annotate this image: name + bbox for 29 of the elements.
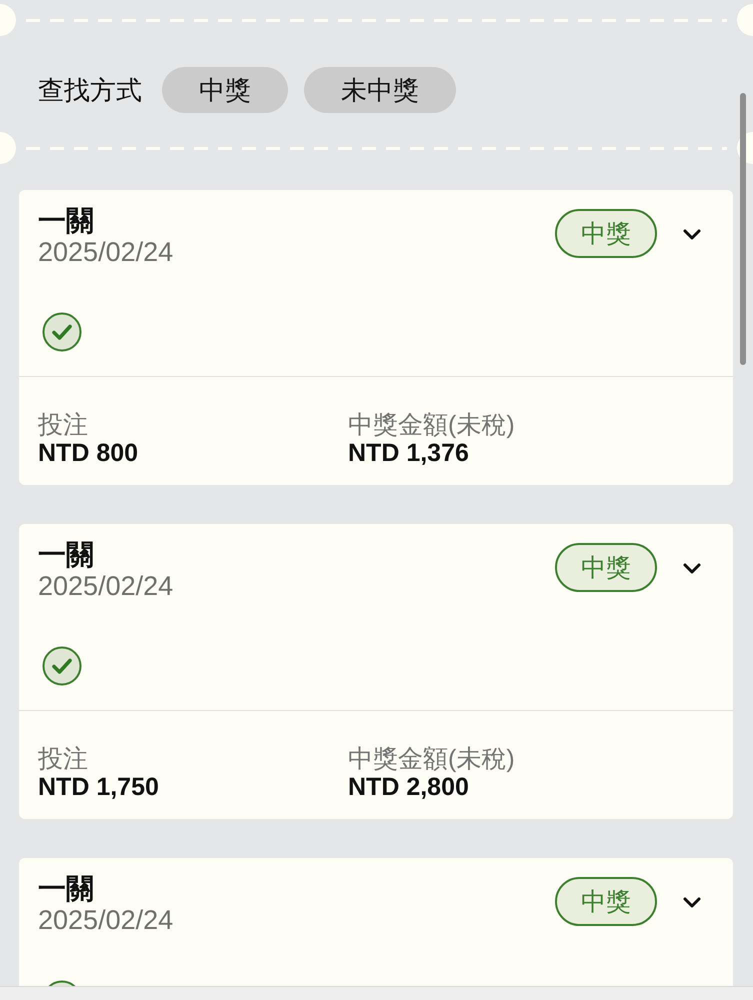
record-date: 2025/02/24 [38,237,174,267]
status-badge: 中獎 [555,543,657,592]
ticket-notch [737,4,753,36]
check-circle-icon [42,312,82,352]
check-circle-icon [42,646,82,686]
stake-amount: NTD 800 [38,439,138,467]
stake-label: 投注 [38,411,88,439]
stake-amount: NTD 1,750 [38,773,159,801]
ticket-notch [0,132,16,164]
filter-label: 查找方式 [38,74,142,106]
ticket-notch [0,4,16,36]
stake-label: 投注 [38,745,88,773]
status-badge: 中獎 [555,877,657,926]
payout-amount: NTD 1,376 [348,439,469,467]
payout-label: 中獎金額(未稅) [348,411,515,439]
payout-label: 中獎金額(未稅) [348,745,515,773]
filter-chip[interactable]: 中獎 [162,67,288,113]
record-date: 2025/02/24 [38,905,174,935]
record-date: 2025/02/24 [38,571,174,601]
chevron-icon[interactable] [683,229,701,240]
payout-amount: NTD 2,800 [348,773,469,801]
record-title: 一關 [38,205,94,237]
record-title: 一關 [38,873,94,905]
chevron-icon[interactable] [683,897,701,908]
chevron-icon[interactable] [683,563,701,574]
status-badge: 中獎 [555,209,657,258]
record-title: 一關 [38,539,94,571]
scrollbar-thumb[interactable] [740,93,746,365]
filter-chip[interactable]: 未中獎 [304,67,456,113]
